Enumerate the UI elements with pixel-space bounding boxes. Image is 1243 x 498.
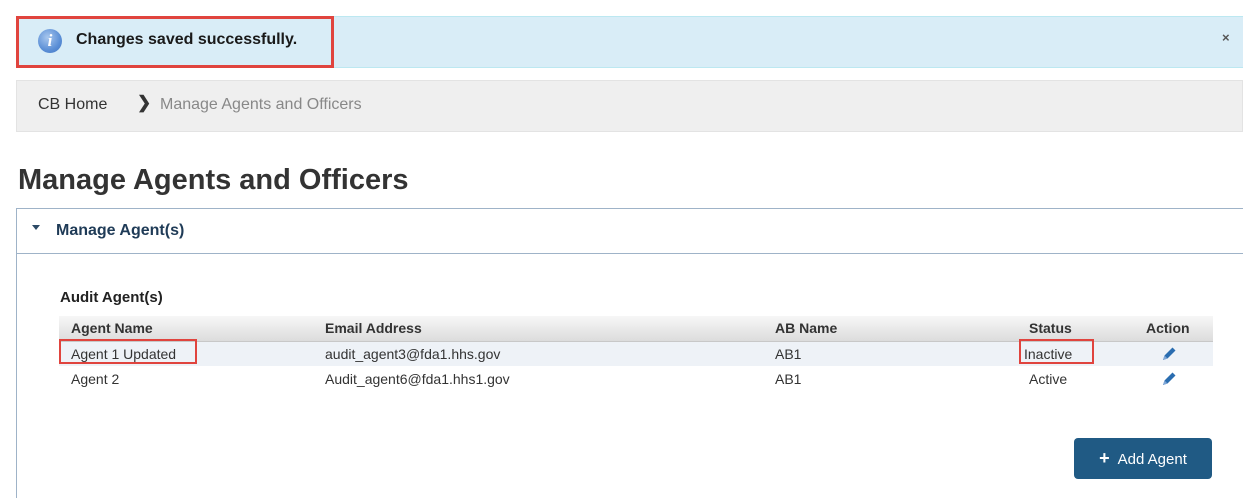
- agent-email: Audit_agent6@fda1.hhs1.gov: [325, 371, 510, 387]
- column-header-email[interactable]: Email Address: [325, 320, 422, 336]
- panel-header-toggle[interactable]: [16, 208, 1243, 254]
- agent-ab-name: AB1: [775, 346, 802, 362]
- panel-title[interactable]: Manage Agent(s): [56, 222, 184, 240]
- breadcrumb-current: Manage Agents and Officers: [160, 96, 362, 113]
- add-agent-label: Add Agent: [1117, 451, 1187, 468]
- page-title: Manage Agents and Officers: [18, 164, 409, 196]
- alert-message: Changes saved successfully.: [76, 31, 298, 48]
- pencil-icon[interactable]: [1159, 344, 1179, 364]
- close-icon[interactable]: ×: [1222, 30, 1230, 45]
- agent-ab-name: AB1: [775, 371, 802, 387]
- plus-icon: +: [1099, 448, 1110, 468]
- agent-status: Inactive: [1024, 346, 1073, 362]
- breadcrumb-home-link[interactable]: CB Home: [38, 96, 107, 114]
- chevron-right-icon: ❯: [137, 93, 152, 112]
- table-row: Agent 2 Audit_agent6@fda1.hhs1.gov AB1 A…: [59, 367, 1213, 391]
- agent-name: Agent 1 Updated: [71, 346, 177, 362]
- agent-email: audit_agent3@fda1.hhs.gov: [325, 346, 501, 362]
- agent-name: Agent 2: [71, 371, 120, 387]
- info-icon: i: [38, 29, 62, 53]
- section-title: Audit Agent(s): [60, 289, 163, 306]
- column-header-status[interactable]: Status: [1029, 320, 1072, 336]
- column-header-ab-name[interactable]: AB Name: [775, 320, 837, 336]
- column-header-agent-name[interactable]: Agent Name: [71, 320, 153, 336]
- add-agent-button[interactable]: + Add Agent: [1074, 438, 1212, 479]
- pencil-icon[interactable]: [1159, 369, 1179, 389]
- table-row: Agent 1 Updated audit_agent3@fda1.hhs.go…: [59, 339, 1213, 366]
- column-header-action: Action: [1146, 320, 1190, 336]
- caret-down-icon: [32, 225, 40, 230]
- agent-status: Active: [1029, 371, 1068, 387]
